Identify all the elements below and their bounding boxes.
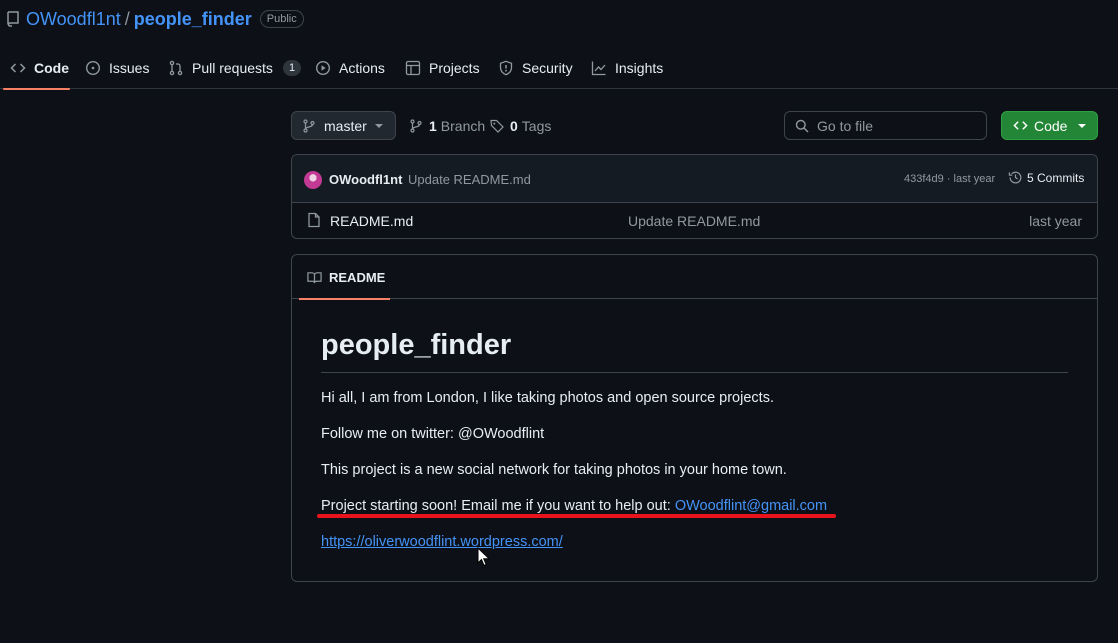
tag-icon (490, 119, 504, 133)
tab-label: Pull requests (192, 59, 273, 76)
tab-label: Code (34, 59, 69, 76)
search-input[interactable] (817, 117, 967, 134)
tab-readme[interactable]: README (299, 255, 390, 300)
latest-commit-row: OWoodfl1nt Update README.md 433f4d9 · la… (292, 155, 1097, 203)
search-icon (795, 119, 809, 132)
visibility-badge: Public (259, 10, 304, 28)
tag-count: 0 (510, 117, 518, 134)
tab-label: Security (522, 59, 573, 76)
readme-tab-label: README (329, 269, 386, 285)
commit-message-link[interactable]: Update README.md (408, 172, 531, 187)
code-icon (10, 62, 26, 73)
tab-insights[interactable]: Insights (591, 46, 663, 89)
file-commit-message-link[interactable]: Update README.md (628, 213, 760, 229)
tab-actions[interactable]: Actions (315, 46, 385, 89)
branch-icon (303, 118, 315, 133)
email-prompt-text: Project starting soon! Email me if you w… (321, 498, 675, 514)
tab-label: Issues (109, 59, 150, 76)
graph-icon (591, 61, 606, 75)
repo-title: OWoodfl1nt / people_finder Public (6, 8, 304, 30)
readme-panel: README people_finder Hi all, I am from L… (291, 254, 1098, 582)
branch-count: 1 (429, 117, 437, 134)
table-icon (405, 60, 421, 75)
avatar[interactable] (304, 171, 322, 189)
history-icon (1008, 171, 1022, 184)
pull-requests-count: 1 (282, 59, 302, 76)
readme-paragraph: Follow me on twitter: @OWoodflint (321, 426, 545, 442)
tag-label: Tags (521, 117, 552, 134)
email-link[interactable]: OWoodflint@gmail.com (675, 498, 827, 514)
tab-security[interactable]: Security (498, 46, 573, 89)
branch-name: master (324, 117, 367, 134)
repo-name-link[interactable]: people_finder (134, 9, 252, 30)
blog-link[interactable]: https://oliverwoodflint.wordpress.com/ (321, 534, 563, 550)
branch-select-button[interactable]: master (291, 111, 396, 140)
red-underline-annotation (317, 514, 836, 518)
tab-label: Actions (339, 59, 385, 76)
shield-icon (499, 60, 513, 75)
file-name-link[interactable]: README.md (330, 213, 413, 229)
repo-separator: / (124, 8, 130, 29)
commits-history-link[interactable]: 5 Commits (1008, 170, 1084, 185)
commits-count-label: 5 Commits (1027, 170, 1085, 185)
mouse-cursor-icon (477, 547, 490, 567)
play-icon (315, 60, 331, 75)
readme-header: README (292, 255, 1097, 300)
tab-pull-requests[interactable]: Pull requests 1 (168, 46, 302, 89)
repo-nav-tabs: Code Issues Pull requests 1 Actions Proj… (0, 46, 1118, 90)
book-icon (307, 271, 322, 283)
chevron-down-icon (375, 124, 383, 128)
code-download-button[interactable]: Code (1001, 111, 1098, 140)
heading-divider (321, 372, 1068, 373)
tab-label: Projects (429, 59, 480, 76)
readme-paragraph-email: Project starting soon! Email me if you w… (321, 498, 827, 514)
branches-link[interactable]: 1 Branch (409, 111, 485, 140)
file-row: README.md Update README.md last year (292, 203, 1097, 238)
readme-paragraph: https://oliverwoodflint.wordpress.com/ (321, 534, 563, 550)
tab-code[interactable]: Code (3, 46, 70, 90)
readme-paragraph: Hi all, I am from London, I like taking … (321, 390, 774, 406)
go-to-file-search[interactable] (784, 111, 987, 140)
tags-link[interactable]: 0 Tags (490, 111, 551, 140)
code-icon (1013, 121, 1028, 130)
pull-request-icon (169, 60, 183, 75)
repo-owner-link[interactable]: OWoodfl1nt (26, 9, 121, 30)
branch-icon (410, 118, 422, 133)
file-icon (308, 212, 320, 228)
repo-icon (7, 11, 19, 27)
commit-author-link[interactable]: OWoodfl1nt (329, 172, 402, 187)
chevron-down-icon (1078, 124, 1086, 128)
tab-issues[interactable]: Issues (85, 46, 149, 89)
readme-paragraph: This project is a new social network for… (321, 462, 787, 478)
file-commit-time: last year (1029, 213, 1082, 229)
commit-hash-time[interactable]: 433f4d9 · last year (904, 173, 995, 185)
file-browser: OWoodfl1nt Update README.md 433f4d9 · la… (291, 154, 1098, 239)
code-button-label: Code (1034, 117, 1068, 134)
readme-title: people_finder (321, 329, 512, 361)
tab-label: Insights (615, 59, 664, 76)
branch-label: Branch (440, 117, 486, 134)
tab-projects[interactable]: Projects (405, 46, 480, 89)
issue-icon (85, 60, 101, 75)
